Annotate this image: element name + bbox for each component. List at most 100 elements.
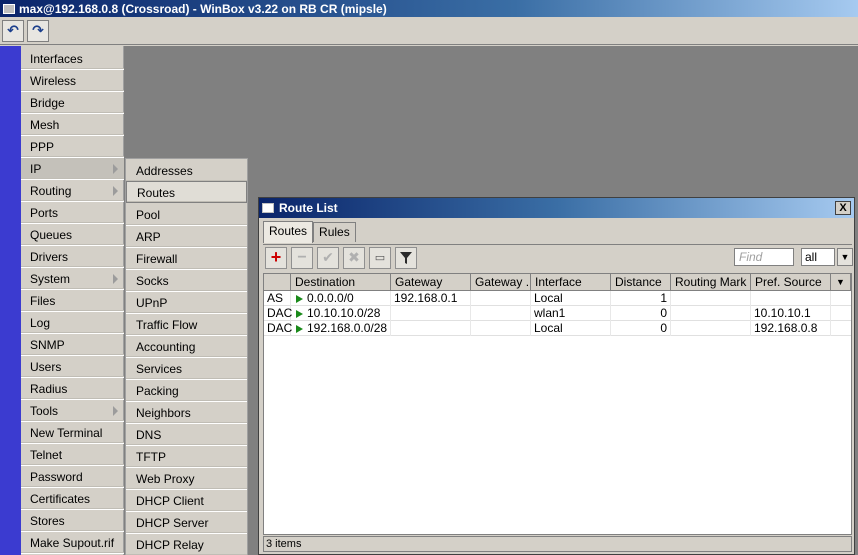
submenu-item-packing[interactable]: Packing bbox=[126, 380, 247, 402]
cell-interface: wlan1 bbox=[531, 306, 611, 321]
route-list-window: Route List X Routes Rules + − ✔ ✖ ▭ Find… bbox=[258, 197, 855, 555]
route-list-title-bar[interactable]: Route List bbox=[259, 198, 854, 218]
column-header-interface[interactable]: Interface bbox=[531, 274, 611, 291]
table-row[interactable]: AS 0.0.0.0/0 192.168.0.1 Local 1 bbox=[264, 291, 851, 306]
menu-item-queues[interactable]: Queues bbox=[21, 224, 124, 246]
tab-routes[interactable]: Routes bbox=[263, 221, 314, 243]
cell-interface: Local bbox=[531, 291, 611, 306]
filter-select[interactable]: all bbox=[801, 248, 835, 266]
submenu-item-services[interactable]: Services bbox=[126, 358, 247, 380]
menu-item-label: Files bbox=[30, 294, 56, 308]
submenu-item-firewall[interactable]: Firewall bbox=[126, 248, 247, 270]
submenu-item-dns[interactable]: DNS bbox=[126, 424, 247, 446]
menu-item-label: Telnet bbox=[30, 448, 63, 462]
table-row[interactable]: DAC 192.168.0.0/28 Local 0 192.168.0.8 bbox=[264, 321, 851, 336]
comment-icon[interactable]: ▭ bbox=[369, 246, 391, 269]
submenu-item-upnp[interactable]: UPnP bbox=[126, 292, 247, 314]
menu-item-drivers[interactable]: Drivers bbox=[21, 246, 124, 268]
submenu-item-accounting[interactable]: Accounting bbox=[126, 336, 247, 358]
menu-item-log[interactable]: Log bbox=[21, 312, 124, 334]
submenu-item-pool[interactable]: Pool bbox=[126, 204, 247, 226]
route-flag-icon bbox=[296, 295, 303, 303]
submenu-item-label: UPnP bbox=[136, 296, 168, 310]
menu-item-label: Routing bbox=[30, 184, 72, 198]
cell-interface: Local bbox=[531, 321, 611, 336]
cell-destination: 0.0.0.0/0 bbox=[291, 291, 391, 306]
destination-text: 0.0.0.0/0 bbox=[307, 291, 354, 305]
menu-item-mesh[interactable]: Mesh bbox=[21, 114, 124, 136]
menu-item-label: SNMP bbox=[30, 338, 65, 352]
status-bar: 3 items bbox=[263, 536, 852, 552]
submenu-item-tftp[interactable]: TFTP bbox=[126, 446, 247, 468]
submenu-item-addresses[interactable]: Addresses bbox=[126, 160, 247, 182]
find-input[interactable]: Find bbox=[734, 248, 794, 266]
menu-item-users[interactable]: Users bbox=[21, 356, 124, 378]
add-icon[interactable]: + bbox=[265, 246, 287, 269]
submenu-item-arp[interactable]: ARP bbox=[126, 226, 247, 248]
menu-item-label: Password bbox=[30, 470, 83, 484]
table-row[interactable]: DAC 10.10.10.0/28 wlan1 0 10.10.10.1 bbox=[264, 306, 851, 321]
menu-item-radius[interactable]: Radius bbox=[21, 378, 124, 400]
menu-item-make-supout[interactable]: Make Supout.rif bbox=[21, 532, 124, 554]
menu-item-wireless[interactable]: Wireless bbox=[21, 70, 124, 92]
menu-item-telnet[interactable]: Telnet bbox=[21, 444, 124, 466]
menu-item-ppp[interactable]: PPP bbox=[21, 136, 124, 158]
menu-item-files[interactable]: Files bbox=[21, 290, 124, 312]
cell-pref-source: 192.168.0.8 bbox=[751, 321, 831, 336]
menu-item-new-terminal[interactable]: New Terminal bbox=[21, 422, 124, 444]
submenu-item-routes[interactable]: Routes bbox=[126, 181, 247, 203]
menu-item-ip[interactable]: IP bbox=[21, 158, 124, 180]
left-strip bbox=[0, 46, 21, 555]
title-bar[interactable]: max@192.168.0.8 (Crossroad) - WinBox v3.… bbox=[0, 0, 858, 17]
submenu-item-label: Packing bbox=[136, 384, 179, 398]
cell-gateway-status bbox=[471, 321, 531, 336]
submenu-item-dhcp-client[interactable]: DHCP Client bbox=[126, 490, 247, 512]
column-header-distance[interactable]: Distance bbox=[611, 274, 671, 291]
submenu-item-label: TFTP bbox=[136, 450, 166, 464]
menu-item-ports[interactable]: Ports bbox=[21, 202, 124, 224]
column-header-pref-source[interactable]: Pref. Source bbox=[751, 274, 831, 291]
menu-item-password[interactable]: Password bbox=[21, 466, 124, 488]
menu-item-interfaces[interactable]: Interfaces bbox=[21, 48, 124, 70]
remove-icon[interactable]: − bbox=[291, 246, 313, 269]
submenu-item-traffic-flow[interactable]: Traffic Flow bbox=[126, 314, 247, 336]
menu-item-routing[interactable]: Routing bbox=[21, 180, 124, 202]
cell-flags: DAC bbox=[264, 321, 292, 336]
menu-item-tools[interactable]: Tools bbox=[21, 400, 124, 422]
column-header-gateway[interactable]: Gateway bbox=[391, 274, 471, 291]
column-header-flags[interactable] bbox=[264, 274, 291, 291]
route-table: Destination Gateway Gateway ... Interfac… bbox=[263, 273, 852, 535]
undo-icon[interactable]: ↶ bbox=[2, 19, 24, 42]
redo-icon[interactable]: ↷ bbox=[27, 19, 49, 42]
menu-item-label: System bbox=[30, 272, 71, 286]
menu-item-snmp[interactable]: SNMP bbox=[21, 334, 124, 356]
menu-item-stores[interactable]: Stores bbox=[21, 510, 124, 532]
menu-item-label: Queues bbox=[30, 228, 73, 242]
submenu-item-label: Neighbors bbox=[136, 406, 191, 420]
disable-x-icon[interactable]: ✖ bbox=[343, 246, 365, 269]
menu-item-certificates[interactable]: Certificates bbox=[21, 488, 124, 510]
filter-icon[interactable] bbox=[395, 246, 417, 269]
cell-gateway-status bbox=[471, 306, 531, 321]
submenu-item-dhcp-relay[interactable]: DHCP Relay bbox=[126, 534, 247, 555]
chevron-down-icon[interactable]: ▼ bbox=[837, 248, 853, 266]
menu-item-system[interactable]: System bbox=[21, 268, 124, 290]
submenu-item-label: Accounting bbox=[136, 340, 196, 354]
submenu-item-dhcp-server[interactable]: DHCP Server bbox=[126, 512, 247, 534]
submenu-item-label: Addresses bbox=[136, 164, 193, 178]
column-header-routing-mark[interactable]: Routing Mark bbox=[671, 274, 751, 291]
menu-item-label: Make Supout.rif bbox=[30, 536, 115, 550]
enable-check-icon[interactable]: ✔ bbox=[317, 246, 339, 269]
submenu-item-neighbors[interactable]: Neighbors bbox=[126, 402, 247, 424]
close-icon[interactable]: X bbox=[835, 201, 851, 215]
menu-item-label: PPP bbox=[30, 140, 55, 154]
cell-flags: DAC bbox=[264, 306, 292, 321]
column-header-gateway-status[interactable]: Gateway ... bbox=[471, 274, 531, 291]
tab-rules[interactable]: Rules bbox=[313, 222, 356, 242]
menu-item-bridge[interactable]: Bridge bbox=[21, 92, 124, 114]
submenu-item-label: Socks bbox=[136, 274, 169, 288]
column-menu-chevron-icon[interactable]: ▼ bbox=[831, 274, 851, 291]
submenu-item-socks[interactable]: Socks bbox=[126, 270, 247, 292]
submenu-item-web-proxy[interactable]: Web Proxy bbox=[126, 468, 247, 490]
column-header-destination[interactable]: Destination bbox=[291, 274, 391, 291]
